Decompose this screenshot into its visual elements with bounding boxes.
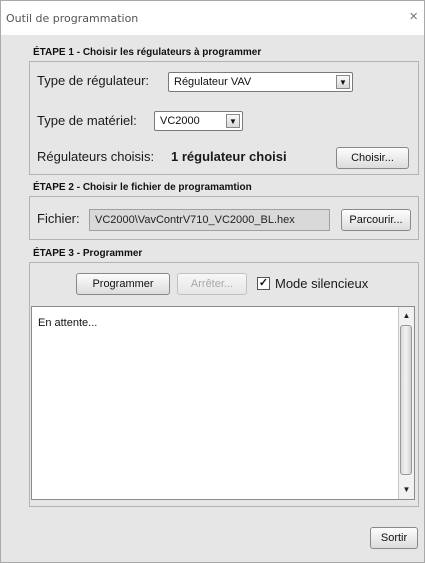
silent-mode-label: Mode silencieux	[275, 276, 369, 291]
close-icon[interactable]: ×	[409, 9, 418, 24]
chosen-regulators-label: Régulateurs choisis:	[37, 149, 155, 164]
step2-title: ÉTAPE 2 - Choisir le fichier de programa…	[33, 182, 252, 193]
step1-title: ÉTAPE 1 - Choisir les régulateurs à prog…	[33, 47, 262, 58]
program-tool-window: Outil de programmation × ÉTAPE 1 - Chois…	[0, 0, 425, 563]
log-text: En attente...	[38, 317, 98, 329]
window-title: Outil de programmation	[6, 12, 139, 25]
file-label: Fichier:	[37, 211, 80, 226]
chevron-down-icon[interactable]: ▼	[226, 114, 240, 128]
silent-mode-checkbox[interactable]: ✓	[257, 277, 270, 290]
title-bar: Outil de programmation ×	[1, 1, 424, 35]
hardware-type-value: VC2000	[160, 115, 200, 127]
chevron-down-icon[interactable]: ▼	[336, 75, 350, 89]
hardware-type-label: Type de matériel:	[37, 113, 137, 128]
regulator-type-label: Type de régulateur:	[37, 73, 150, 88]
regulator-type-select[interactable]: Régulateur VAV ▼	[168, 72, 353, 92]
scroll-down-icon[interactable]: ▼	[399, 483, 414, 497]
exit-button[interactable]: Sortir	[370, 527, 418, 549]
log-scrollbar[interactable]: ▲ ▼	[398, 307, 414, 499]
program-button[interactable]: Programmer	[76, 273, 170, 295]
browse-button[interactable]: Parcourir...	[341, 209, 411, 231]
file-path-field: VC2000\VavContrV710_VC2000_BL.hex	[89, 209, 330, 231]
regulator-type-value: Régulateur VAV	[174, 76, 252, 88]
stop-button[interactable]: Arrêter...	[177, 273, 247, 295]
hardware-type-select[interactable]: VC2000 ▼	[154, 111, 243, 131]
chosen-regulators-value: 1 régulateur choisi	[171, 149, 287, 164]
log-textarea[interactable]: En attente... ▲ ▼	[31, 306, 415, 500]
file-path-value: VC2000\VavContrV710_VC2000_BL.hex	[95, 214, 295, 226]
choose-button[interactable]: Choisir...	[336, 147, 409, 169]
scrollbar-thumb[interactable]	[400, 325, 412, 475]
scroll-up-icon[interactable]: ▲	[399, 309, 414, 323]
step3-title: ÉTAPE 3 - Programmer	[33, 248, 143, 259]
